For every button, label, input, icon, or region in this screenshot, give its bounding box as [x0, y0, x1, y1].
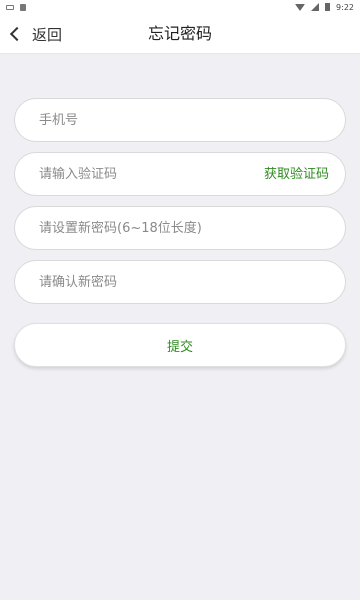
forgot-password-screen: 9:22 忘记密码 返回 获取验证码 提交 [0, 0, 360, 600]
phone-input[interactable] [15, 99, 345, 141]
code-field: 获取验证码 [14, 152, 346, 196]
chevron-left-icon [9, 26, 25, 42]
reset-password-form: 获取验证码 [14, 98, 346, 314]
back-button[interactable]: 返回 [8, 22, 62, 46]
get-code-button[interactable]: 获取验证码 [264, 153, 329, 197]
status-time: 9:22 [336, 2, 354, 12]
status-bar-right: 9:22 [295, 3, 354, 12]
confirm-password-input[interactable] [15, 261, 345, 303]
battery-icon [325, 3, 331, 11]
phone-field [14, 98, 346, 142]
signal-icon [311, 3, 320, 11]
back-label: 返回 [32, 25, 63, 44]
status-bar: 9:22 [0, 0, 360, 14]
status-bar-left [6, 3, 26, 11]
confirm-password-field [14, 260, 346, 304]
nav-bar: 忘记密码 返回 [0, 14, 360, 54]
wifi-icon [295, 3, 306, 11]
download-icon [20, 3, 26, 11]
new-password-field [14, 206, 346, 250]
notification-icon [6, 4, 14, 10]
new-password-input[interactable] [15, 207, 345, 249]
submit-button[interactable]: 提交 [14, 323, 346, 367]
